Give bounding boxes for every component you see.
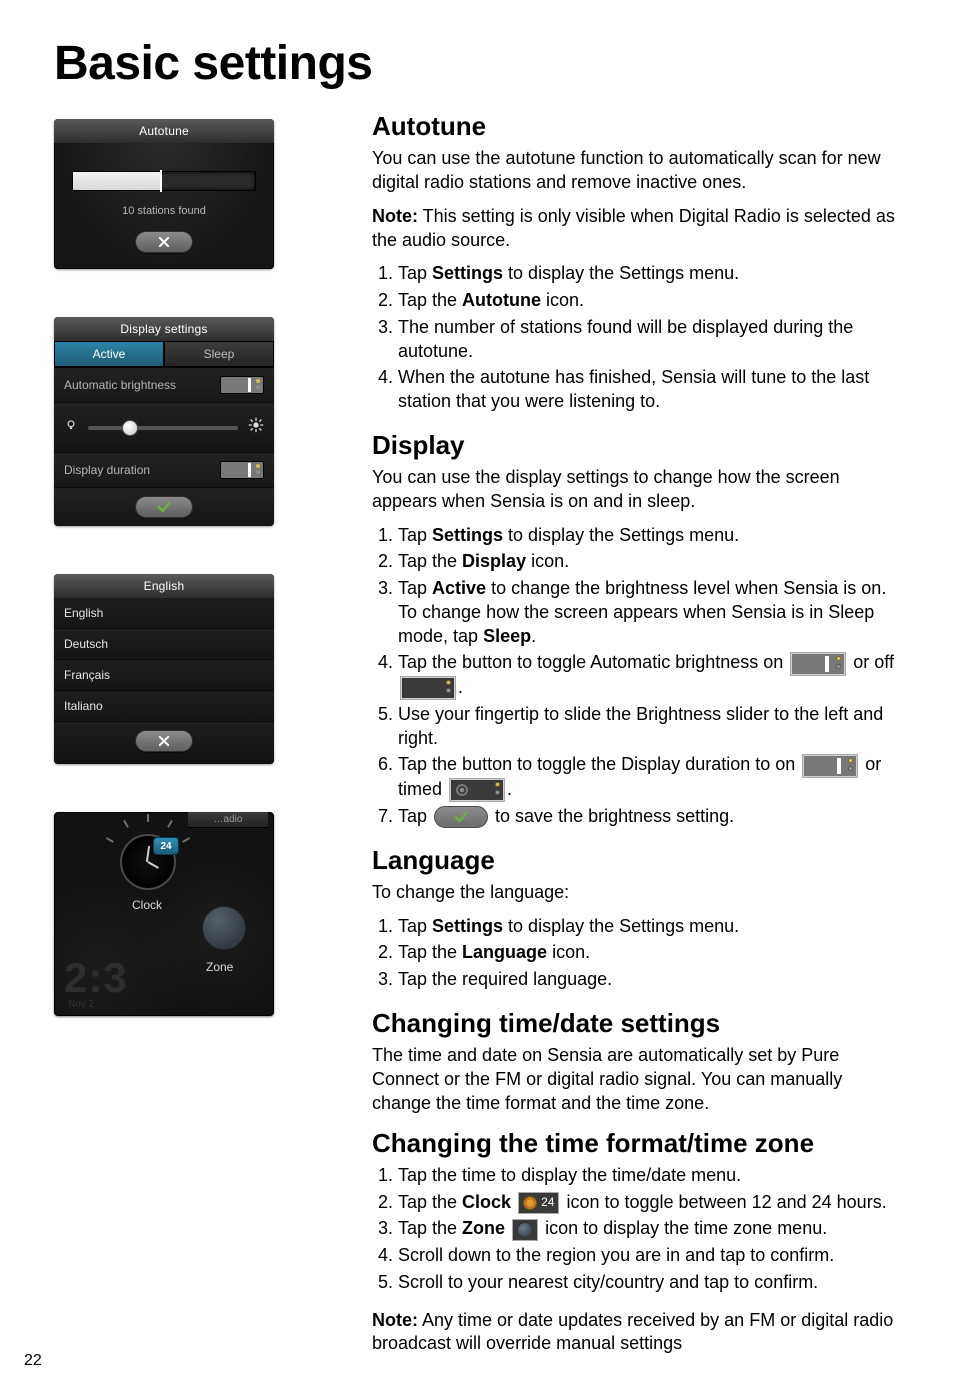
autotune-screenshot: Autotune 10 stations found: [54, 119, 274, 269]
step-item: Tap the time to display the time/date me…: [398, 1164, 900, 1188]
autotune-note: Note: This setting is only visible when …: [372, 205, 900, 253]
screenshots-column: Autotune 10 stations found Display setti…: [54, 109, 344, 1366]
timefmt-steps: Tap the time to display the time/date me…: [372, 1164, 900, 1295]
step-item: Tap Settings to display the Settings men…: [398, 915, 900, 939]
timefmt-note: Note: Any time or date updates received …: [372, 1309, 900, 1357]
display-steps: Tap Settings to display the Settings men…: [372, 524, 900, 829]
confirm-button[interactable]: [135, 496, 193, 518]
display-duration-toggle[interactable]: [220, 461, 264, 479]
step-item: Tap the Autotune icon.: [398, 289, 900, 313]
autotune-steps: Tap Settings to display the Settings men…: [372, 262, 900, 414]
close-icon: [157, 235, 171, 249]
step-item: Scroll to your nearest city/country and …: [398, 1271, 900, 1295]
section-heading-timedate: Changing time/date settings: [372, 1006, 900, 1040]
step-item: Tap the button to toggle the Display dur…: [398, 753, 900, 802]
list-item[interactable]: English: [54, 598, 274, 629]
note-body: Any time or date updates received by an …: [372, 1310, 893, 1354]
language-titlebar: English: [54, 574, 274, 598]
step-item: Tap Active to change the brightness leve…: [398, 577, 900, 648]
globe-icon: [517, 1222, 533, 1238]
autotune-progressbar[interactable]: [72, 171, 256, 191]
tab-sleep[interactable]: Sleep: [164, 341, 274, 367]
step-item: When the autotune has finished, Sensia w…: [398, 366, 900, 414]
confirm-bar: [54, 488, 274, 526]
page-title: Basic settings: [54, 36, 900, 91]
step-item: Tap Settings to display the Settings men…: [398, 262, 900, 286]
section-heading-language: Language: [372, 843, 900, 877]
check-pill-icon: [434, 806, 488, 828]
check-icon: [156, 499, 172, 515]
note-label: Note:: [372, 206, 418, 226]
step-item: Tap the Zone icon to display the time zo…: [398, 1217, 900, 1241]
bulb-bright-icon: [248, 417, 264, 438]
timedate-intro: The time and date on Sensia are automati…: [372, 1044, 900, 1115]
row-label: Automatic brightness: [64, 378, 176, 392]
step-item: Tap to save the brightness setting.: [398, 805, 900, 829]
section-heading-timefmt: Changing the time format/time zone: [372, 1126, 900, 1160]
bulb-dim-icon: [64, 418, 78, 437]
language-intro: To change the language:: [372, 881, 900, 905]
autotune-status-text: 10 stations found: [66, 205, 262, 217]
time-date-screenshot: …adio 24 Clock Zone 2:3 Nov 2: [54, 812, 274, 1016]
zone-label: Zone: [206, 960, 233, 974]
language-actions: [54, 722, 274, 764]
list-item[interactable]: Français: [54, 660, 274, 691]
step-item: Tap the Display icon.: [398, 550, 900, 574]
brightness-slider[interactable]: [88, 426, 238, 430]
language-screenshot: English English Deutsch Français Italian…: [54, 574, 274, 764]
clock-24-badge[interactable]: 24: [154, 838, 178, 854]
section-heading-display: Display: [372, 428, 900, 462]
clock-24-chip-icon: 24: [518, 1192, 559, 1214]
note-label: Note:: [372, 1310, 418, 1330]
step-item: Tap the Clock 24 icon to toggle between …: [398, 1191, 900, 1215]
list-item[interactable]: Italiano: [54, 691, 274, 722]
autotune-intro: You can use the autotune function to aut…: [372, 147, 900, 195]
auto-brightness-toggle[interactable]: [220, 376, 264, 394]
step-item: Use your fingertip to slide the Brightne…: [398, 703, 900, 751]
timeshot-top-tab[interactable]: …adio: [188, 812, 268, 828]
display-settings-titlebar: Display settings: [54, 317, 274, 341]
clock-label: Clock: [132, 898, 162, 912]
close-icon: [157, 734, 171, 748]
step-item: The number of stations found will be dis…: [398, 316, 900, 364]
row-label: Display duration: [64, 463, 150, 477]
zone-chip-icon: [512, 1219, 538, 1241]
display-tabs: Active Sleep: [54, 341, 274, 368]
page: Basic settings Autotune 10 stations foun…: [0, 0, 954, 1390]
step-item: Tap the Language icon.: [398, 941, 900, 965]
autotune-titlebar: Autotune: [54, 119, 274, 143]
step-item: Tap the required language.: [398, 968, 900, 992]
toggle-on-icon: [790, 652, 846, 676]
step-item: Tap the button to toggle Automatic brigh…: [398, 651, 900, 700]
big-date: Nov 2: [68, 999, 94, 1010]
display-settings-screenshot: Display settings Active Sleep Automatic …: [54, 317, 274, 526]
step-item: Scroll down to the region you are in and…: [398, 1244, 900, 1268]
toggle-timed-icon: [449, 778, 505, 802]
row-auto-brightness: Automatic brightness: [54, 368, 274, 403]
language-steps: Tap Settings to display the Settings men…: [372, 915, 900, 992]
brightness-slider-row: [54, 403, 274, 453]
two-column-layout: Autotune 10 stations found Display setti…: [54, 109, 900, 1366]
autotune-body: 10 stations found: [54, 143, 274, 269]
cancel-button[interactable]: [135, 231, 193, 253]
display-intro: You can use the display settings to chan…: [372, 466, 900, 514]
zone-icon[interactable]: [202, 906, 246, 950]
page-number: 22: [24, 1352, 42, 1370]
toggle-on-icon: [802, 754, 858, 778]
note-body: This setting is only visible when Digita…: [372, 206, 895, 250]
tab-active[interactable]: Active: [54, 341, 164, 367]
clock-face-icon: [523, 1196, 537, 1210]
big-time: 2:3: [64, 954, 128, 1002]
row-display-duration: Display duration: [54, 453, 274, 488]
slider-thumb[interactable]: [122, 420, 138, 436]
cancel-button[interactable]: [135, 730, 193, 752]
step-item: Tap Settings to display the Settings men…: [398, 524, 900, 548]
section-heading-autotune: Autotune: [372, 109, 900, 143]
toggle-off-icon: [400, 676, 456, 700]
list-item[interactable]: Deutsch: [54, 629, 274, 660]
content-column: Autotune You can use the autotune functi…: [372, 109, 900, 1366]
language-list: English Deutsch Français Italiano: [54, 598, 274, 722]
